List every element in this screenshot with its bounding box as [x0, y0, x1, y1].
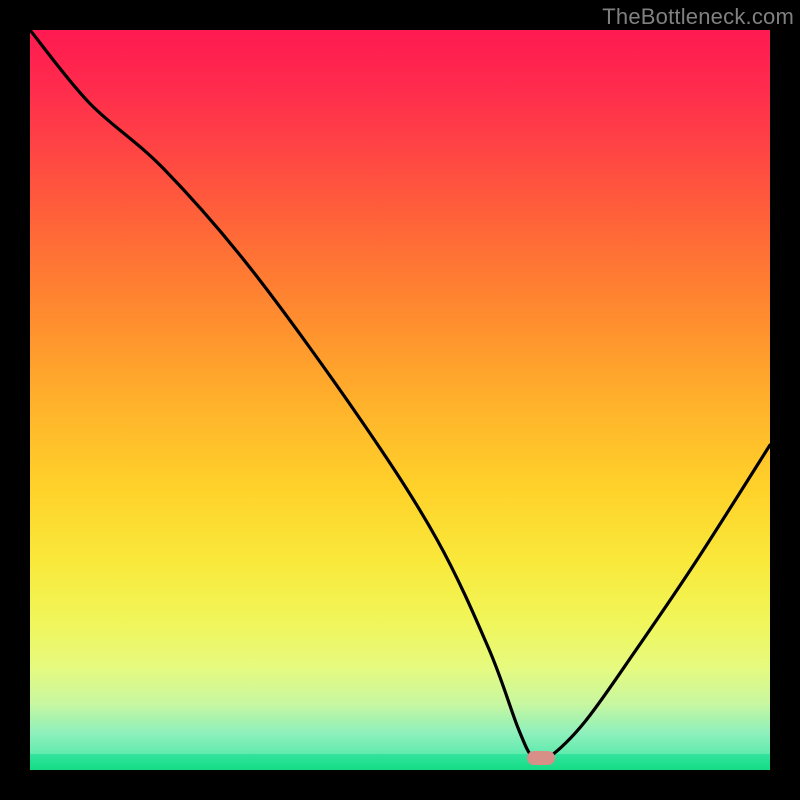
chart-container: TheBottleneck.com [0, 0, 800, 800]
bottleneck-curve [30, 30, 770, 770]
optimal-marker [527, 751, 555, 765]
attribution-text: TheBottleneck.com [602, 4, 794, 30]
plot-area [30, 30, 770, 770]
curve-path [30, 30, 770, 762]
